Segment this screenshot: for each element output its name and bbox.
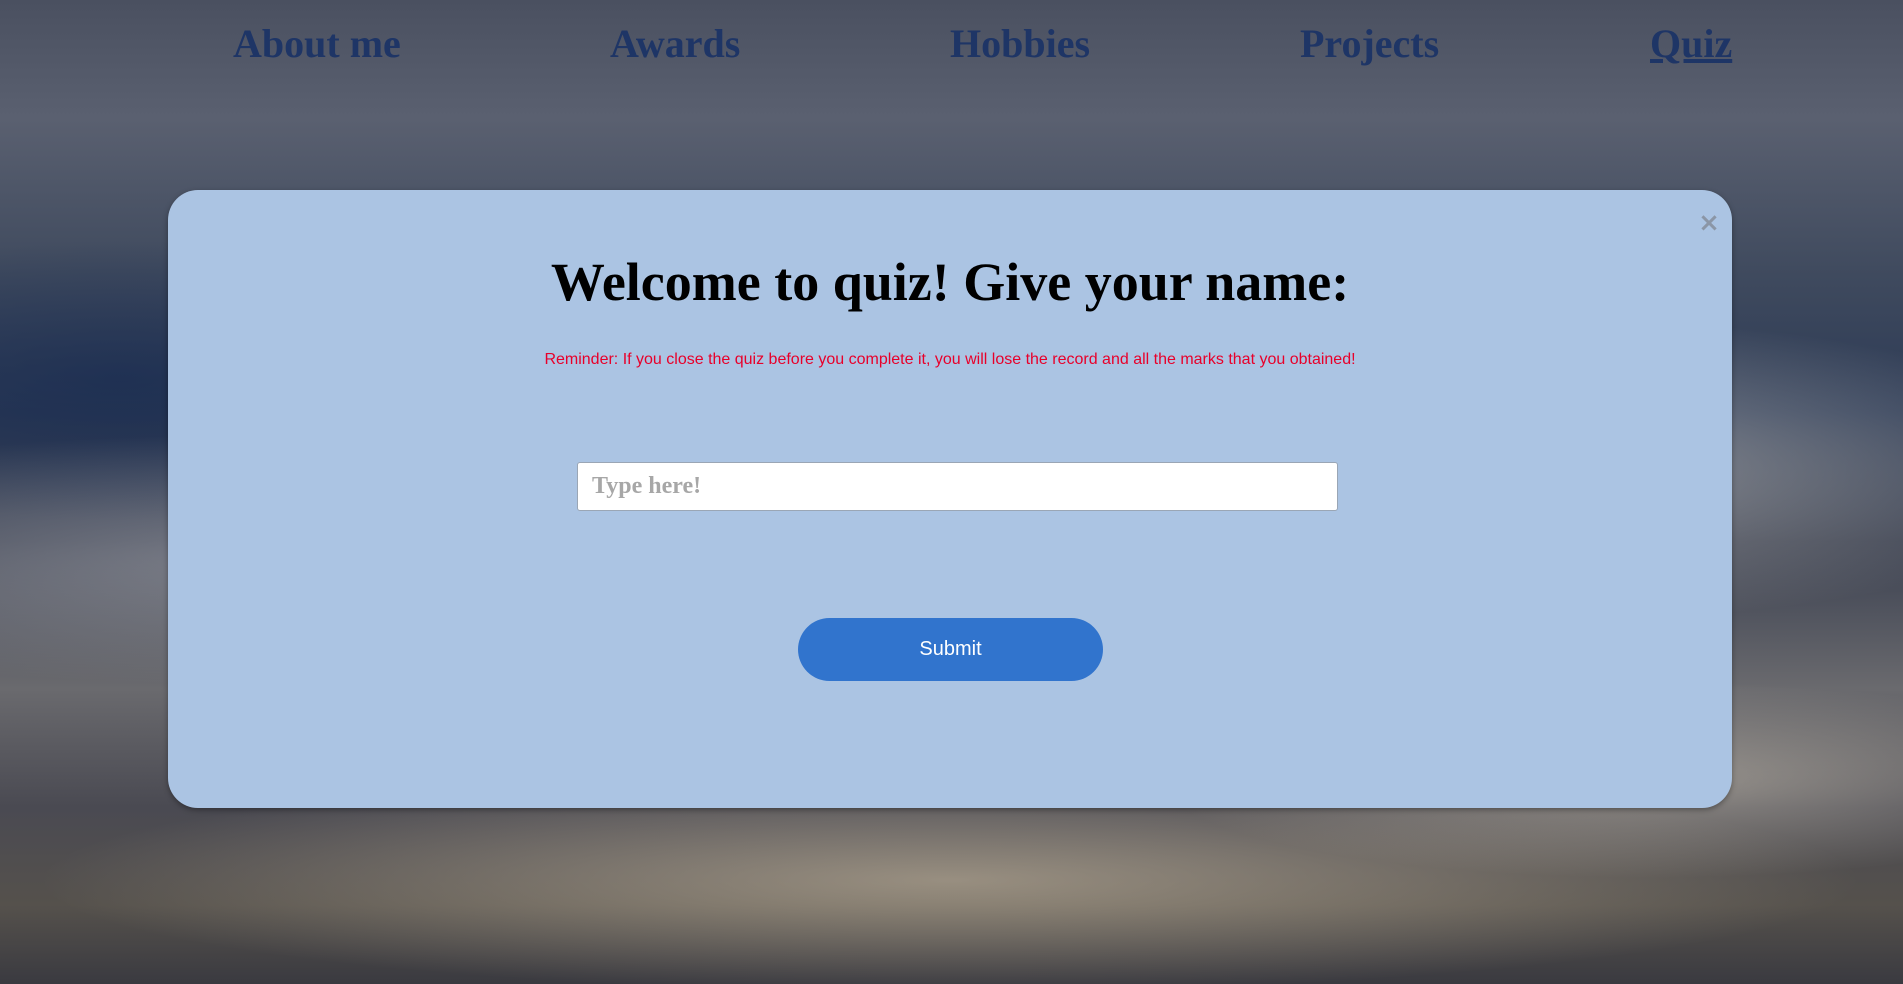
quiz-modal: × Welcome to quiz! Give your name: Remin… [168, 190, 1732, 808]
modal-title: Welcome to quiz! Give your name: [550, 252, 1350, 312]
submit-button[interactable]: Submit [798, 618, 1103, 681]
nav-link-hobbies[interactable]: Hobbies [950, 20, 1090, 68]
name-input[interactable] [577, 462, 1338, 511]
reminder-text: Reminder: If you close the quiz before y… [544, 351, 1356, 368]
top-navigation: About me Awards Hobbies Projects Quiz [0, 0, 1903, 92]
nav-link-about-me[interactable]: About me [233, 20, 401, 68]
nav-link-quiz[interactable]: Quiz [1650, 20, 1732, 68]
close-icon[interactable]: × [1694, 208, 1724, 238]
nav-link-awards[interactable]: Awards [610, 20, 740, 68]
nav-link-projects[interactable]: Projects [1300, 20, 1439, 68]
